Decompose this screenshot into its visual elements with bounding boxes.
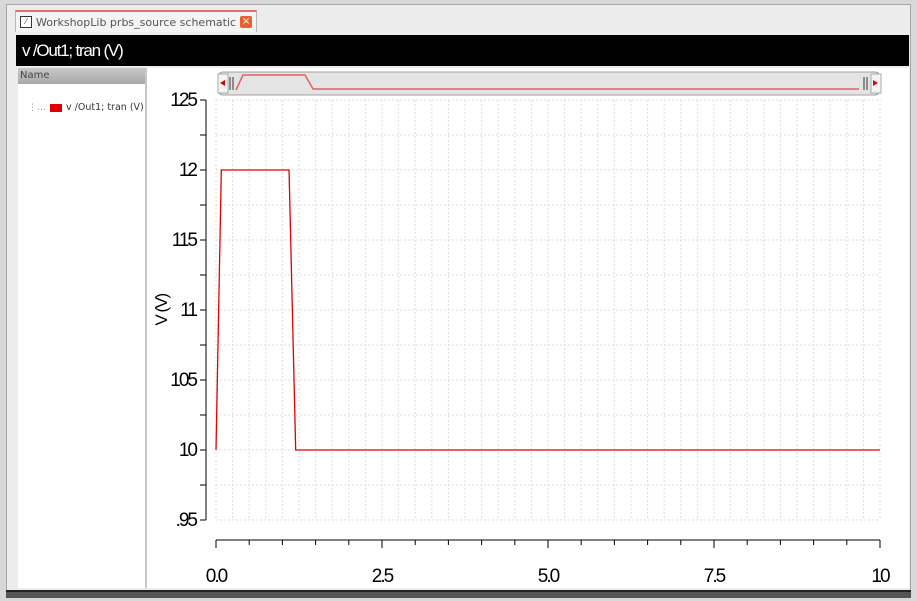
y-tick-label: 125 — [170, 90, 197, 111]
close-icon[interactable]: × — [240, 16, 253, 28]
trace-color-swatch — [50, 103, 62, 112]
name-column-header[interactable]: Name — [18, 68, 145, 84]
x-tick-label: 2.5 — [372, 566, 394, 587]
y-tick-label: 115 — [172, 230, 198, 251]
trace-label: v /Out1; tran (V) — [66, 102, 144, 113]
x-scrollbar[interactable] — [217, 71, 881, 96]
tab-label: WorkshopLib prbs_source schematic — [36, 15, 237, 29]
y-tick-label: 12 — [179, 160, 198, 181]
y-tick-label: 11 — [180, 300, 197, 321]
x-tick-label: 0.0 — [206, 566, 228, 587]
chart-svg: 125121151110510.950.02.55.07.510time (ns… — [152, 71, 892, 601]
bottom-border — [6, 590, 911, 598]
y-tick-label: 105 — [170, 370, 197, 391]
x-tick-label: 5.0 — [538, 566, 560, 587]
y-tick-label: 10 — [179, 440, 198, 461]
y-axis-label: V (V) — [152, 294, 171, 326]
tab-schematic[interactable]: ⁄ WorkshopLib prbs_source schematic × — [15, 10, 258, 32]
x-tick-label: 7.5 — [704, 566, 726, 587]
schematic-icon: ⁄ — [20, 16, 32, 28]
plot-area: 125121151110510.950.02.55.07.510time (ns… — [147, 68, 909, 601]
tree-connector-icon: ⋮… — [28, 102, 46, 113]
legend-panel: Name ⋮… v /Out1; tran (V) — [18, 68, 147, 588]
legend-item[interactable]: ⋮… v /Out1; tran (V) — [28, 102, 144, 113]
y-tick-label: .95 — [176, 510, 198, 531]
plot-title: v /Out1; tran (V) — [16, 35, 909, 66]
x-tick-label: 10 — [871, 566, 890, 587]
